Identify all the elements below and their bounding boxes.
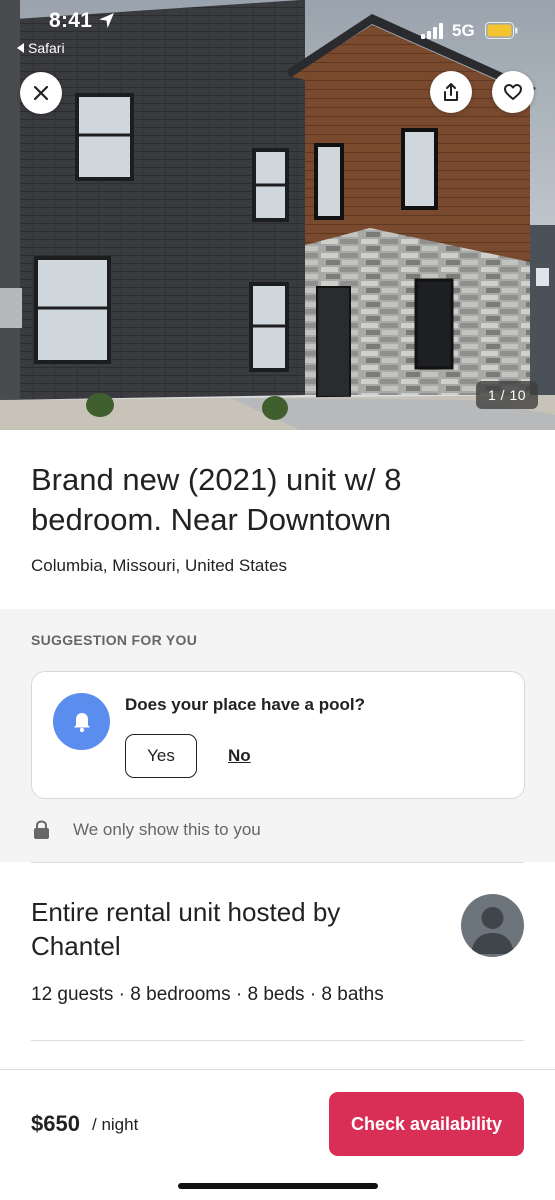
heart-icon	[504, 84, 522, 100]
battery-icon	[485, 22, 518, 39]
listing-photo[interactable]: 8:41 Safari 5G 1 / 10	[0, 0, 555, 430]
back-app-label: Safari	[28, 40, 65, 56]
nightly-price: $650	[31, 1111, 80, 1136]
photo-counter: 1 / 10	[476, 381, 538, 409]
location-arrow-icon	[99, 13, 114, 28]
listing-capacity: 12 guests · 8 bedrooms · 8 beds · 8 bath…	[31, 984, 384, 1005]
bell-icon-badge	[53, 693, 110, 750]
check-availability-button[interactable]: Check availability	[329, 1092, 524, 1156]
suggestion-section: SUGGESTION FOR YOU Does your place have …	[0, 609, 555, 862]
privacy-note: We only show this to you	[73, 820, 261, 839]
listing-title: Brand new (2021) unit w/ 8 bedroom. Near…	[31, 462, 402, 537]
share-icon	[444, 83, 458, 101]
back-triangle-icon	[17, 43, 24, 53]
close-icon	[33, 85, 49, 101]
suggestion-question: Does your place have a pool?	[125, 695, 365, 714]
host-summary-title: Entire rental unit hosted by Chantel	[31, 897, 341, 961]
save-to-wishlist-button[interactable]	[492, 71, 534, 113]
close-button[interactable]	[20, 72, 62, 114]
host-avatar[interactable]	[461, 894, 524, 957]
bell-icon	[73, 712, 90, 732]
price-unit: / night	[92, 1115, 139, 1134]
yes-button[interactable]: Yes	[125, 734, 197, 778]
network-type: 5G	[452, 21, 475, 40]
booking-bar: $650 / night Check availability	[0, 1069, 555, 1200]
suggestion-card: Does your place have a pool? Yes No	[31, 671, 525, 799]
section-divider	[31, 862, 524, 863]
cellular-signal-icon	[421, 23, 443, 39]
back-to-safari-link[interactable]: Safari	[17, 40, 65, 56]
lock-icon	[34, 820, 49, 839]
section-divider	[31, 1040, 524, 1041]
listing-location[interactable]: Columbia, Missouri, United States	[31, 556, 287, 576]
home-indicator[interactable]	[178, 1183, 378, 1189]
status-time: 8:41	[49, 9, 93, 32]
suggestion-heading: SUGGESTION FOR YOU	[31, 632, 198, 648]
status-bar: 8:41 Safari 5G	[0, 0, 555, 60]
user-silhouette-icon	[471, 907, 514, 954]
share-button[interactable]	[430, 71, 472, 113]
no-link[interactable]: No	[228, 746, 251, 766]
house-photo	[0, 0, 555, 430]
